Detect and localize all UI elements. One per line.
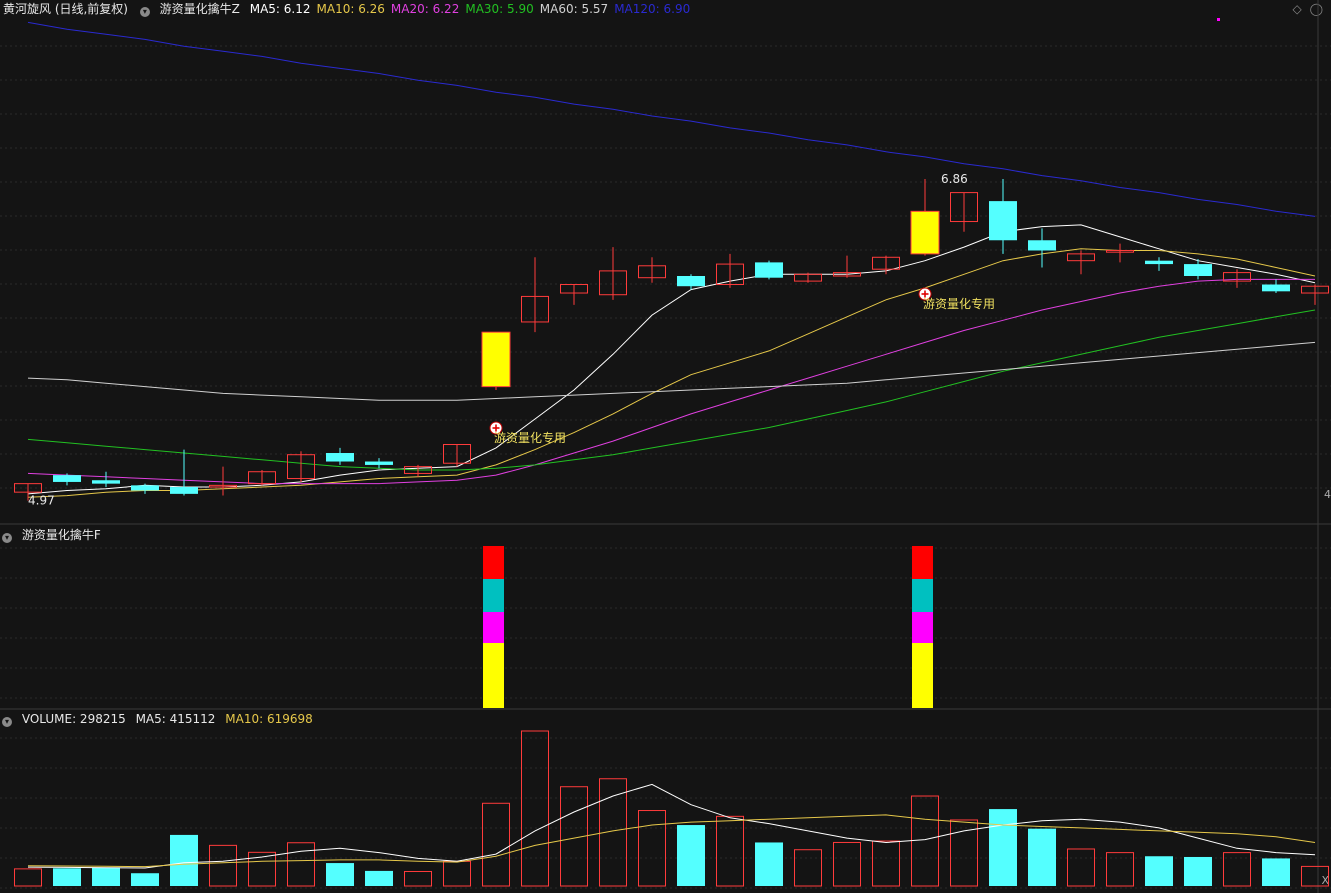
ma-label-5: MA120: 6.90 xyxy=(614,2,691,16)
stock-title[interactable]: 黄河旋风 (日线,前复权) xyxy=(3,2,128,16)
signal-title[interactable]: 游资量化擒牛F xyxy=(22,528,101,542)
price-panel: 黄河旋风 (日线,前复权) ▾ 游资量化擒牛Z MA5: 6.12 MA10: 6… xyxy=(0,0,1331,524)
ma-label-4: MA60: 5.57 xyxy=(539,2,609,16)
volume-ma10: MA10: 619698 xyxy=(225,712,313,726)
indicator-name[interactable]: 游资量化擒牛Z xyxy=(160,2,240,16)
diamond-icon[interactable]: ◇ xyxy=(1293,2,1302,16)
volume-panel: ▾ VOLUME: 298215 MA5: 415112 MA10: 61969… xyxy=(0,710,1331,893)
panel-options: ◇ ◯ xyxy=(1293,2,1324,16)
volume-header: ▾ VOLUME: 298215 MA5: 415112 MA10: 61969… xyxy=(0,710,319,728)
ma-labels: MA5: 6.12 MA10: 6.26 MA20: 6.22 MA30: 5.90 M… xyxy=(250,2,697,16)
right-axis-label: 4 xyxy=(1324,488,1331,501)
volume-toggle-icon[interactable]: ▾ xyxy=(2,717,12,727)
signal-panel: ▾ 游资量化擒牛F xyxy=(0,525,1331,709)
volume-ma5: MA5: 415112 xyxy=(135,712,216,726)
ma-label-0: MA5: 6.12 xyxy=(249,2,311,16)
signal-header: ▾ 游资量化擒牛F xyxy=(0,526,107,544)
signal-toggle-icon[interactable]: ▾ xyxy=(2,533,12,543)
ma-label-3: MA30: 5.90 xyxy=(465,2,534,16)
indicator-toggle-icon[interactable]: ▾ xyxy=(139,7,150,17)
settings-circle-icon[interactable]: ◯ xyxy=(1310,2,1323,16)
ma-label-2: MA20: 6.22 xyxy=(390,2,460,16)
ma-label-1: MA10: 6.26 xyxy=(316,2,385,16)
close-icon[interactable]: X xyxy=(1321,874,1329,887)
price-header: 黄河旋风 (日线,前复权) ▾ 游资量化擒牛Z MA5: 6.12 MA10: 6… xyxy=(0,0,702,18)
volume-value: VOLUME: 298215 xyxy=(21,712,126,726)
